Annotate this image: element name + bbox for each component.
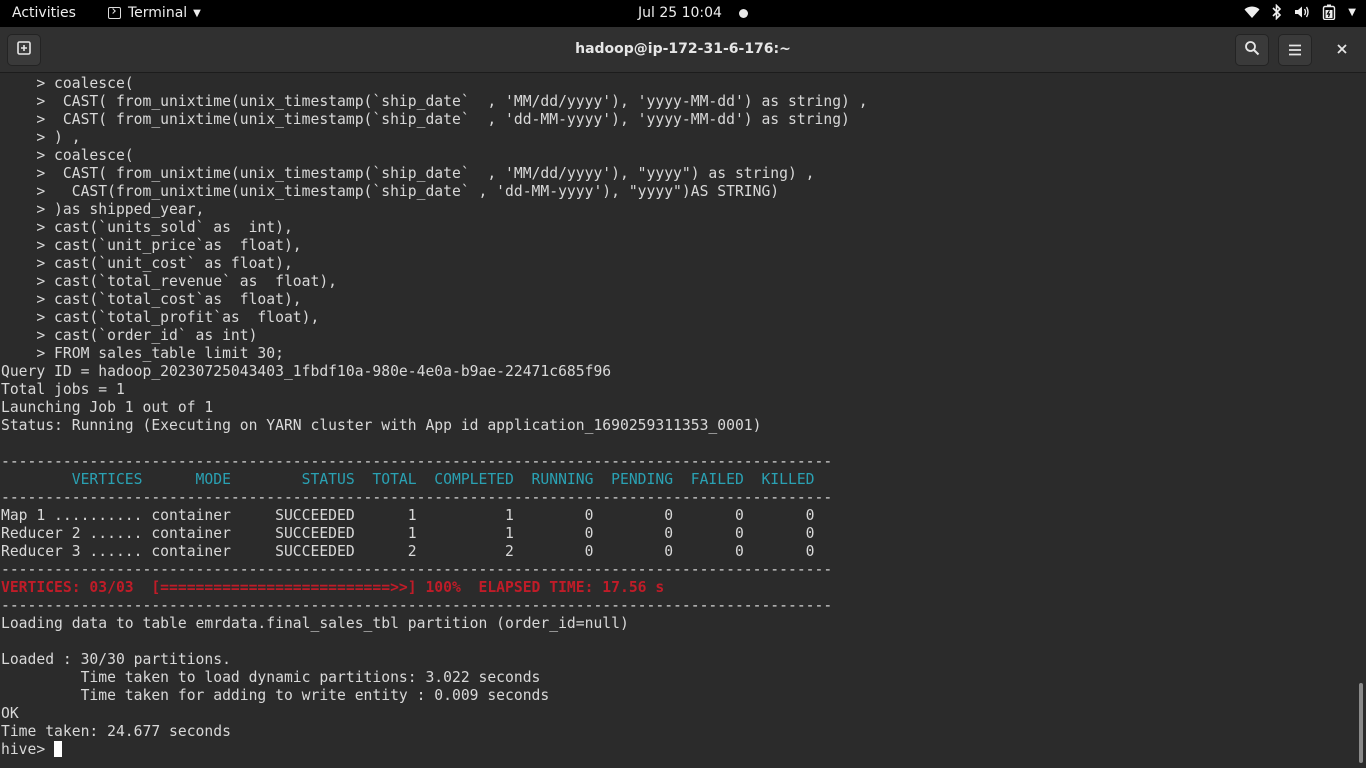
terminal-line: Time taken: 24.677 seconds xyxy=(1,723,231,740)
clock[interactable]: Jul 25 10:04 xyxy=(638,5,722,21)
wifi-icon xyxy=(1244,5,1260,19)
shell-prompt: hive> xyxy=(1,741,55,758)
terminal-line: Time taken to load dynamic partitions: 3… xyxy=(1,669,541,686)
terminal-line: > CAST( from_unixtime(unix_timestamp(`sh… xyxy=(1,93,868,110)
chevron-down-icon: ▼ xyxy=(1348,6,1356,18)
terminal-line: > coalesce( xyxy=(1,75,134,92)
terminal-line: ----------------------------------------… xyxy=(1,453,833,470)
vertices-table-row: Reducer 3 ...... container SUCCEEDED 2 2… xyxy=(1,543,815,560)
volume-icon xyxy=(1294,5,1310,19)
terminal-line: > CAST( from_unixtime(unix_timestamp(`sh… xyxy=(1,111,850,128)
hamburger-menu-icon xyxy=(1288,41,1302,60)
vertices-table-row: Map 1 .......... container SUCCEEDED 1 1… xyxy=(1,507,815,524)
terminal-line: > cast(`order_id` as int) xyxy=(1,327,258,344)
vertices-table-row: Reducer 2 ...... container SUCCEEDED 1 1… xyxy=(1,525,815,542)
search-icon xyxy=(1244,40,1260,60)
vertices-table-header: VERTICES MODE STATUS TOTAL COMPLETED RUN… xyxy=(1,471,815,488)
terminal-line: > cast(`total_profit`as float), xyxy=(1,309,320,326)
terminal-line: > cast(`total_revenue` as float), xyxy=(1,273,338,290)
terminal-line: > ) , xyxy=(1,129,81,146)
terminal-output[interactable]: > coalesce( > CAST( from_unixtime(unix_t… xyxy=(0,73,1356,768)
close-icon xyxy=(1336,41,1348,59)
terminal-line: Query ID = hadoop_20230725043403_1fbdf10… xyxy=(1,363,612,380)
app-menu-label: Terminal xyxy=(128,5,188,21)
terminal-line: > cast(`units_sold` as int), xyxy=(1,219,293,236)
progress-summary-line: VERTICES: 03/03 [=======================… xyxy=(1,579,665,596)
text-cursor xyxy=(54,741,63,757)
menu-button[interactable] xyxy=(1278,34,1312,66)
terminal-line: Time taken for adding to write entity : … xyxy=(1,687,550,704)
prompt-line[interactable]: hive> xyxy=(1,741,63,759)
terminal-header-bar: hadoop@ip-172-31-6-176:~ xyxy=(0,27,1366,73)
terminal-line: Status: Running (Executing on YARN clust… xyxy=(1,417,762,434)
terminal-line: > CAST(from_unixtime(unix_timestamp(`shi… xyxy=(1,183,780,200)
scrollbar[interactable] xyxy=(1356,73,1366,768)
system-top-bar: Activities Terminal ▼ Jul 25 10:04 ▼ xyxy=(0,0,1366,27)
terminal-line: > CAST( from_unixtime(unix_timestamp(`sh… xyxy=(1,165,815,182)
terminal-line: > cast(`unit_cost` as float), xyxy=(1,255,293,272)
terminal-line: > cast(`total_cost`as float), xyxy=(1,291,302,308)
terminal-line: ----------------------------------------… xyxy=(1,561,833,578)
terminal-line: Loading data to table emrdata.final_sale… xyxy=(1,615,629,632)
terminal-line: ----------------------------------------… xyxy=(1,597,833,614)
terminal-line: > coalesce( xyxy=(1,147,134,164)
terminal-icon xyxy=(108,7,121,19)
scrollbar-thumb[interactable] xyxy=(1359,683,1363,763)
activities-button[interactable]: Activities xyxy=(12,5,76,21)
close-button[interactable] xyxy=(1325,34,1359,66)
bluetooth-icon xyxy=(1272,3,1282,21)
chevron-down-icon: ▼ xyxy=(193,7,201,19)
window-title: hadoop@ip-172-31-6-176:~ xyxy=(575,41,791,57)
terminal-line: > cast(`unit_price`as float), xyxy=(1,237,302,254)
search-button[interactable] xyxy=(1235,34,1269,66)
terminal-line: Loaded : 30/30 partitions. xyxy=(1,651,231,668)
terminal-line: > FROM sales_table limit 30; xyxy=(1,345,284,362)
system-tray[interactable]: ▼ xyxy=(1244,3,1356,21)
battery-icon xyxy=(1322,4,1336,21)
app-menu-button[interactable]: Terminal ▼ xyxy=(108,5,201,21)
terminal-line: ----------------------------------------… xyxy=(1,489,833,506)
terminal-line: OK xyxy=(1,705,19,722)
terminal-line: Launching Job 1 out of 1 xyxy=(1,399,214,416)
terminal-line: Total jobs = 1 xyxy=(1,381,125,398)
terminal-line: > )as shipped_year, xyxy=(1,201,205,218)
notification-dot-icon xyxy=(739,9,748,18)
